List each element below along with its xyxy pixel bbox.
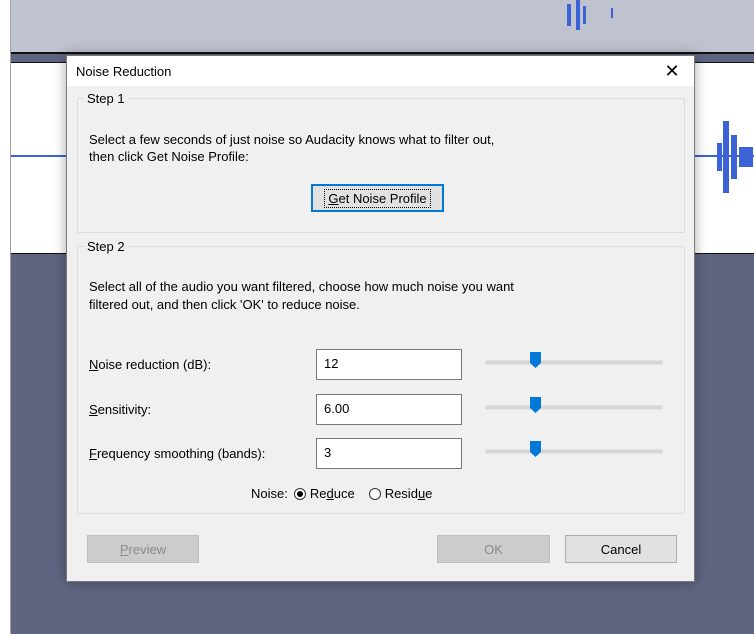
step1-instructions-line1: Select a few seconds of just noise so Au… xyxy=(89,132,495,147)
sensitivity-input[interactable]: 6.00 xyxy=(316,394,462,425)
radio-unselected-icon[interactable] xyxy=(368,487,381,500)
slider-thumb[interactable] xyxy=(530,441,541,457)
track-top-area xyxy=(11,0,754,54)
reduce-radio[interactable]: Reduce xyxy=(293,486,355,501)
noise-reduction-slider[interactable] xyxy=(485,352,663,372)
step1-legend: Step 1 xyxy=(87,91,125,106)
cancel-button[interactable]: Cancel xyxy=(565,535,677,563)
slider-thumb[interactable] xyxy=(530,352,541,368)
step1-instructions-line2: then click Get Noise Profile: xyxy=(89,149,249,164)
dialog-title: Noise Reduction xyxy=(76,64,172,79)
noise-reduction-label: Noise reduction (dB): xyxy=(89,357,212,372)
step2-instructions-line2: filtered out, and then click 'OK' to red… xyxy=(89,297,360,312)
frequency-smoothing-label: Frequency smoothing (bands): xyxy=(89,446,266,461)
residue-radio[interactable]: Residue xyxy=(368,486,432,501)
noise-reduction-input[interactable]: 12 xyxy=(316,349,462,380)
noise-label: Noise: xyxy=(251,486,288,501)
sensitivity-label: Sensitivity: xyxy=(89,402,152,417)
noise-mode-radio-group: Noise: Reduce Residue xyxy=(251,486,440,501)
get-noise-profile-button[interactable]: Get Noise Profile xyxy=(311,184,444,212)
step2-legend: Step 2 xyxy=(87,239,125,254)
noise-reduction-dialog: Noise Reduction ✕ Step 1 Select a few se… xyxy=(66,55,695,582)
radio-selected-icon[interactable] xyxy=(293,487,306,500)
frequency-smoothing-slider[interactable] xyxy=(485,441,663,461)
frequency-smoothing-input[interactable]: 3 xyxy=(316,438,462,469)
close-icon[interactable]: ✕ xyxy=(650,56,694,86)
step2-instructions-line1: Select all of the audio you want filtere… xyxy=(89,279,514,294)
dialog-titlebar: Noise Reduction ✕ xyxy=(67,56,694,86)
preview-button[interactable]: Preview xyxy=(87,535,199,563)
slider-thumb[interactable] xyxy=(530,397,541,413)
sensitivity-slider[interactable] xyxy=(485,397,663,417)
ok-button[interactable]: OK xyxy=(437,535,550,563)
